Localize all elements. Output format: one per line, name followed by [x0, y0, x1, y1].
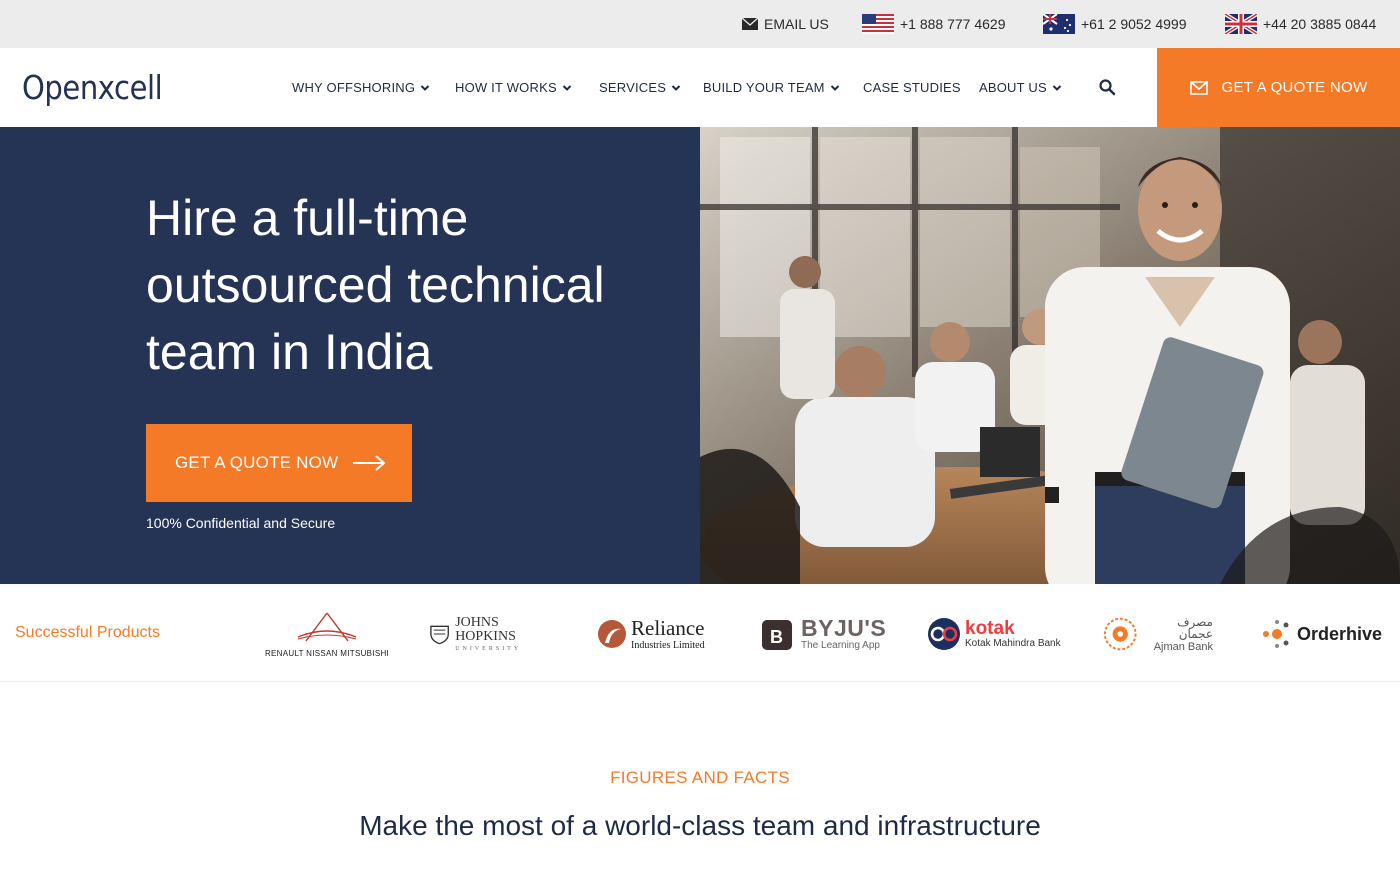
nav-about-us-label: ABOUT US: [979, 80, 1047, 95]
chevron-down-icon: [562, 84, 572, 91]
uk-flag-icon: [1225, 14, 1257, 34]
hero-team-photo: [700, 127, 1400, 584]
hero-panel: Hire a full-time outsourced technical te…: [0, 127, 700, 584]
phone-us-number: +1 888 777 4629: [900, 16, 1006, 32]
nav-how-it-works[interactable]: HOW IT WORKS: [455, 80, 572, 95]
ajman-arabic: مصرف عجمان: [1177, 614, 1213, 641]
alliance-emblem-icon: [297, 612, 357, 641]
renault-nissan-mitsubishi-logo: RENAULT NISSAN MITSUBISHI: [262, 606, 392, 662]
hero-title-line: team in India: [146, 324, 433, 380]
header-quote-button[interactable]: GET A QUOTE NOW: [1157, 48, 1400, 127]
figures-title: Make the most of a world-class team and …: [359, 810, 1041, 841]
email-us-link[interactable]: EMAIL US: [742, 14, 829, 34]
header-quote-label: GET A QUOTE NOW: [1221, 79, 1368, 96]
byjus-emblem-icon: B: [762, 620, 792, 650]
arrow-right-icon: [353, 455, 386, 471]
kotak-name: kotak: [965, 618, 1015, 639]
johns-hopkins-logo: JOHNS HOPKINS UNIVERSITY: [429, 606, 559, 662]
us-flag-icon: [862, 14, 894, 34]
phone-uk-number: +44 20 3885 0844: [1263, 16, 1377, 32]
email-us-label: EMAIL US: [764, 16, 829, 32]
envelope-icon: [742, 18, 758, 30]
hero-quote-button[interactable]: GET A QUOTE NOW: [146, 424, 412, 502]
hero-title: Hire a full-time outsourced technical te…: [146, 185, 666, 386]
byjus-logo: B BYJU'S The Learning App: [760, 606, 890, 662]
figures-kicker: FIGURES AND FACTS: [610, 768, 790, 787]
reliance-logo: Reliance Industries Limited: [597, 606, 722, 662]
nav-about-us[interactable]: ABOUT US: [979, 80, 1062, 95]
nav-why-offshoring-label: WHY OFFSHORING: [292, 80, 416, 95]
nav-how-it-works-label: HOW IT WORKS: [455, 80, 557, 95]
envelope-icon: [1189, 80, 1208, 95]
au-flag-icon: [1043, 14, 1075, 34]
chevron-down-icon: [1052, 84, 1062, 91]
phone-au-number: +61 2 9052 4999: [1081, 16, 1187, 32]
nav-services-label: SERVICES: [599, 80, 667, 95]
kotak-emblem-icon: [928, 618, 960, 650]
hero-quote-label: GET A QUOTE NOW: [175, 453, 339, 472]
nav-case-studies-label: CASE STUDIES: [863, 80, 961, 95]
byjus-name: BYJU'S: [801, 615, 887, 641]
confidential-note: 100% Confidential and Secure: [146, 515, 336, 531]
nav-case-studies[interactable]: CASE STUDIES: [863, 80, 961, 95]
reliance-sub: Industries Limited: [631, 639, 705, 651]
kotak-sub: Kotak Mahindra Bank: [965, 638, 1061, 649]
nav-build-your-team[interactable]: BUILD YOUR TEAM: [703, 80, 840, 95]
phone-us-link[interactable]: +1 888 777 4629: [862, 14, 1006, 34]
svg-text:B: B: [770, 627, 783, 647]
phone-au-link[interactable]: +61 2 9052 4999: [1043, 14, 1187, 34]
shield-icon: [430, 625, 449, 645]
jhu-sub: UNIVERSITY: [455, 646, 522, 652]
top-contact-bar: EMAIL US +1 888 777 4629 +61 2 9052 4999…: [0, 0, 1400, 48]
byjus-sub: The Learning App: [801, 640, 880, 651]
chevron-down-icon: [671, 84, 681, 91]
ajman-sub: Ajman Bank: [1153, 640, 1213, 653]
search-icon[interactable]: [1098, 78, 1116, 96]
reliance-name: Reliance: [631, 615, 705, 640]
reliance-emblem-icon: [598, 620, 626, 648]
orderhive-emblem-icon: [1263, 620, 1289, 648]
kotak-logo: kotak Kotak Mahindra Bank: [927, 606, 1062, 662]
hero-title-line: Hire a full-time: [146, 190, 469, 246]
ajman-bank-logo: مصرف عجمان Ajman Bank: [1103, 606, 1213, 662]
site-header: Openxcell WHY OFFSHORING HOW IT WORKS SE…: [0, 48, 1400, 127]
nav-build-your-team-label: BUILD YOUR TEAM: [703, 80, 825, 95]
team-meeting-image: [700, 127, 1400, 584]
orderhive-name: Orderhive: [1297, 623, 1383, 644]
alliance-logo-text: RENAULT NISSAN MITSUBISHI: [264, 648, 390, 658]
successful-products-label: Successful Products: [15, 624, 160, 641]
orderhive-logo: Orderhive: [1260, 606, 1390, 662]
successful-products-strip: Successful Products RENAULT NISSAN MITSU…: [0, 584, 1400, 682]
openxcell-logo[interactable]: Openxcell: [22, 68, 163, 107]
chevron-down-icon: [830, 84, 839, 91]
phone-uk-link[interactable]: +44 20 3885 0844: [1225, 14, 1376, 34]
ajman-emblem-icon: [1103, 617, 1137, 651]
nav-why-offshoring[interactable]: WHY OFFSHORING: [292, 80, 430, 95]
hero-title-line: outsourced technical: [146, 257, 605, 313]
jhu-name: JOHNS HOPKINS: [455, 615, 516, 644]
nav-services[interactable]: SERVICES: [599, 80, 681, 95]
chevron-down-icon: [420, 84, 430, 91]
